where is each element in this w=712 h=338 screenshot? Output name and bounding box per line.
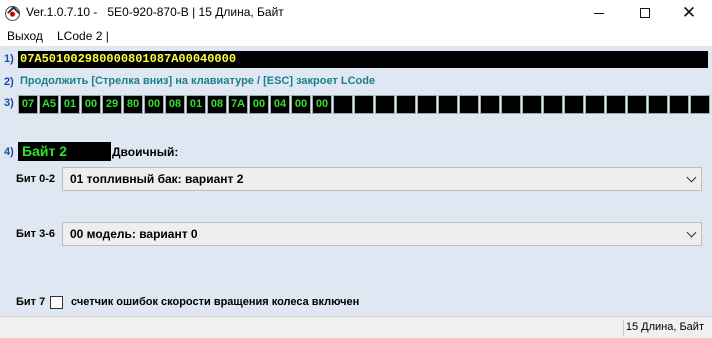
bit-3-6-label: Бит 3-6 bbox=[16, 228, 56, 240]
byte-cell[interactable]: 29 bbox=[102, 95, 122, 114]
byte-cell[interactable]: 01 bbox=[186, 95, 206, 114]
byte-cell[interactable]: 01 bbox=[60, 95, 80, 114]
menu-item-lcode[interactable]: LCode 2 | bbox=[57, 29, 109, 43]
title-bar: Ver.1.0.7.10 - 5E0-920-870-B | 15 Длина,… bbox=[0, 0, 712, 26]
byte-cell[interactable]: 08 bbox=[207, 95, 227, 114]
chevron-down-icon bbox=[686, 227, 697, 238]
maximize-icon bbox=[640, 8, 650, 18]
byte-cell[interactable] bbox=[522, 95, 542, 114]
byte-cell[interactable]: A5 bbox=[39, 95, 59, 114]
binary-label: Двоичный: bbox=[112, 145, 179, 159]
byte-grid: 07 A5 01 00 29 80 00 08 01 08 7A 00 04 00 00 bbox=[18, 95, 711, 114]
byte-cell[interactable] bbox=[564, 95, 584, 114]
window-title: Ver.1.0.7.10 - 5E0-920-870-B | 15 Длина,… bbox=[26, 5, 284, 19]
row-number-1: 1) bbox=[4, 53, 14, 65]
main-panel: 1) 07A501002980000801087A00040000 2) Про… bbox=[0, 46, 712, 316]
hint-text: Продолжить [Стрелка вниз] на клавиатуре … bbox=[20, 75, 376, 87]
bit-0-2-value: 01 топливный бак: вариант 2 bbox=[70, 172, 244, 186]
byte-cell[interactable]: 08 bbox=[165, 95, 185, 114]
byte-cell[interactable] bbox=[501, 95, 521, 114]
status-bar: 15 Длина, Байт bbox=[0, 316, 712, 338]
byte-cell[interactable] bbox=[375, 95, 395, 114]
byte-cell[interactable]: 00 bbox=[312, 95, 332, 114]
bit-7-description: счетчик ошибок скорости вращения колеса … bbox=[71, 296, 360, 308]
byte-cell[interactable]: 07 bbox=[18, 95, 38, 114]
maximize-button[interactable] bbox=[622, 0, 668, 26]
byte-cell[interactable] bbox=[648, 95, 668, 114]
app-icon bbox=[5, 6, 20, 21]
bit-0-2-label: Бит 0-2 bbox=[16, 173, 56, 185]
menu-bar: Выход LCode 2 | bbox=[0, 26, 712, 46]
bit-3-6-select[interactable]: 00 модель: вариант 0 bbox=[62, 222, 702, 246]
byte-cell[interactable]: 00 bbox=[81, 95, 101, 114]
byte-cell[interactable] bbox=[669, 95, 689, 114]
close-button[interactable]: ✕ bbox=[666, 0, 712, 26]
status-divider bbox=[623, 320, 624, 336]
byte-cell[interactable]: 00 bbox=[249, 95, 269, 114]
byte-cell[interactable]: 7A bbox=[228, 95, 248, 114]
byte-cell[interactable] bbox=[459, 95, 479, 114]
byte-cell[interactable]: 00 bbox=[291, 95, 311, 114]
minimize-icon bbox=[594, 12, 604, 14]
byte-cell[interactable] bbox=[690, 95, 710, 114]
lcode-hex-field[interactable]: 07A501002980000801087A00040000 bbox=[18, 51, 708, 68]
byte-cell[interactable]: 80 bbox=[123, 95, 143, 114]
menu-item-exit[interactable]: Выход bbox=[7, 29, 43, 43]
minimize-button[interactable] bbox=[576, 0, 622, 26]
close-icon: ✕ bbox=[681, 2, 697, 23]
byte-label: Байт 2 bbox=[18, 142, 111, 161]
bit-7-label: Бит 7 bbox=[16, 296, 46, 308]
byte-cell[interactable] bbox=[396, 95, 416, 114]
chevron-down-icon bbox=[686, 172, 697, 183]
byte-cell[interactable]: 00 bbox=[144, 95, 164, 114]
byte-cell[interactable] bbox=[354, 95, 374, 114]
byte-cell[interactable] bbox=[438, 95, 458, 114]
byte-cell[interactable] bbox=[585, 95, 605, 114]
row-number-2: 2) bbox=[4, 76, 14, 88]
bit-0-2-select[interactable]: 01 топливный бак: вариант 2 bbox=[62, 167, 702, 191]
byte-cell[interactable] bbox=[627, 95, 647, 114]
bit-3-6-value: 00 модель: вариант 0 bbox=[70, 227, 198, 241]
byte-cell[interactable] bbox=[480, 95, 500, 114]
row-number-3: 3) bbox=[4, 97, 14, 109]
status-text: 15 Длина, Байт bbox=[625, 321, 704, 333]
byte-cell[interactable] bbox=[333, 95, 353, 114]
bit-7-checkbox[interactable] bbox=[50, 296, 63, 309]
byte-cell[interactable]: 04 bbox=[270, 95, 290, 114]
row-number-4: 4) bbox=[4, 146, 14, 158]
byte-cell[interactable] bbox=[606, 95, 626, 114]
byte-cell[interactable] bbox=[417, 95, 437, 114]
byte-cell[interactable] bbox=[543, 95, 563, 114]
